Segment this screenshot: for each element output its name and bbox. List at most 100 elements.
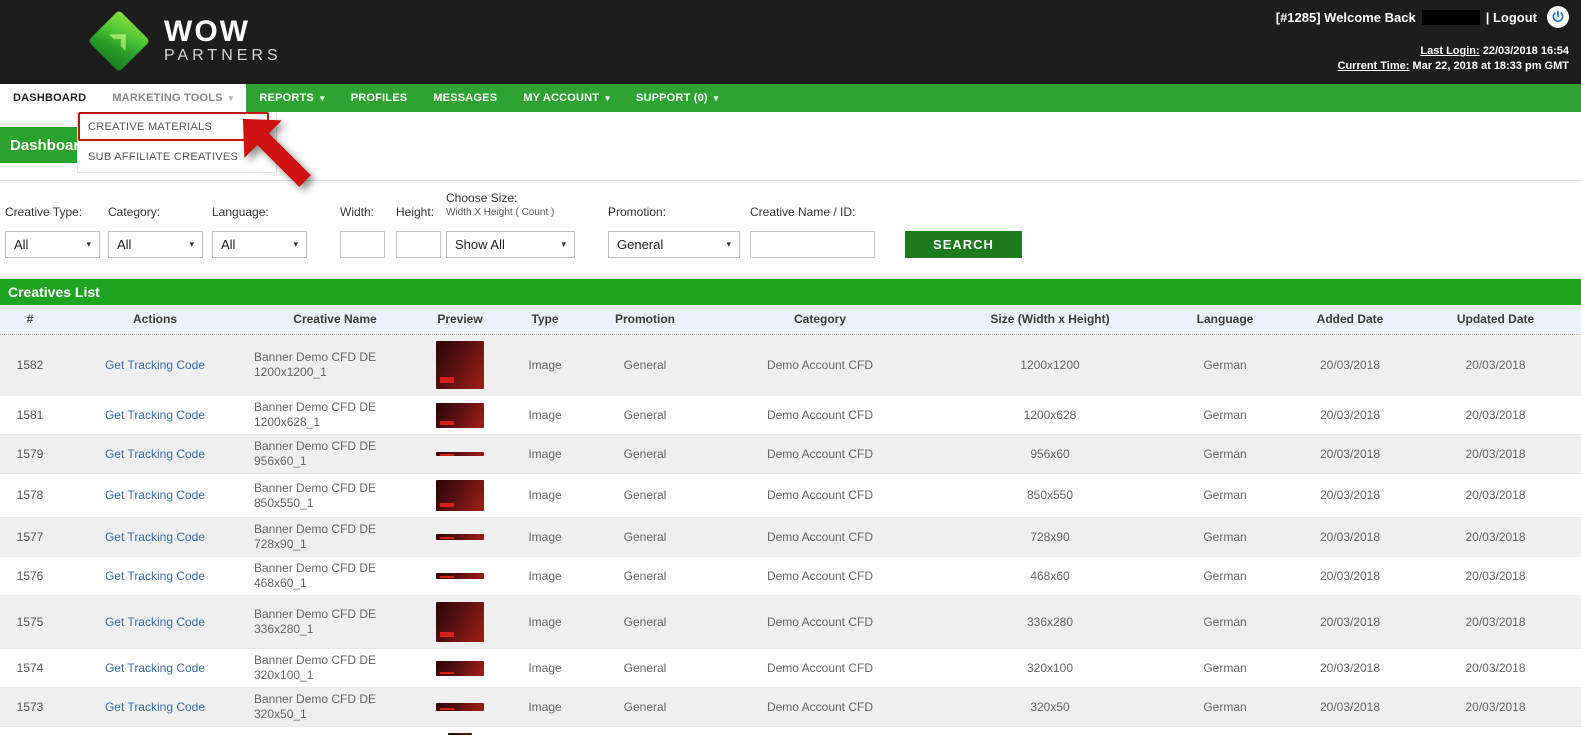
welcome-text: [#1285] Welcome Back	[1276, 10, 1416, 25]
col-header-promotion: Promotion	[590, 305, 700, 334]
nav-messages[interactable]: MESSAGES	[420, 84, 510, 112]
id-cell: 1578	[0, 484, 60, 507]
get-tracking-code-link[interactable]: Get Tracking Code	[105, 569, 205, 583]
language-cell: German	[1160, 657, 1290, 680]
filter-bar: Creative Type: All ▾ Category: All ▾ Lan…	[0, 180, 1581, 270]
category-select[interactable]: All ▾	[108, 231, 203, 258]
choose-size-select[interactable]: Show All ▾	[446, 231, 575, 258]
height-input[interactable]	[396, 231, 441, 258]
creative-type-label: Creative Type:	[5, 205, 82, 219]
get-tracking-code-link[interactable]: Get Tracking Code	[105, 358, 205, 372]
nav-support[interactable]: SUPPORT (0) ▾	[623, 84, 732, 112]
name-cell: Banner Demo CFD DE 850x550_1	[250, 477, 420, 515]
search-button[interactable]: SEARCH	[905, 231, 1022, 258]
current-time: Current Time: Mar 22, 2018 at 18:33 pm G…	[1276, 59, 1569, 74]
get-tracking-code-link[interactable]: Get Tracking Code	[105, 408, 205, 422]
added-cell: 20/03/2018	[1290, 657, 1410, 680]
col-header-updated: Updated Date	[1410, 305, 1581, 334]
creative-type-select[interactable]: All ▾	[5, 231, 100, 258]
nav-marketing-tools[interactable]: MARKETING TOOLS ▾	[99, 84, 246, 112]
promotion-cell: General	[590, 611, 700, 634]
actions-cell: Get Tracking Code	[60, 657, 250, 680]
chevron-down-icon: ▾	[229, 93, 234, 104]
id-cell: 1574	[0, 657, 60, 680]
actions-cell: Get Tracking Code	[60, 443, 250, 466]
table-row: 1572Get Tracking CodeBanner Demo CFD DE …	[0, 727, 1581, 735]
menu-item-sub-affiliate-creatives[interactable]: SUB AFFILIATE CREATIVES	[78, 142, 276, 172]
nav-reports[interactable]: REPORTS ▾	[246, 84, 337, 112]
preview-cell	[420, 655, 500, 682]
creative-preview-thumbnail	[436, 452, 484, 456]
category-cell: Demo Account CFD	[700, 484, 940, 507]
size-cell: 956x60	[940, 443, 1160, 466]
preview-cell	[420, 727, 500, 735]
added-cell: 20/03/2018	[1290, 565, 1410, 588]
language-cell: German	[1160, 696, 1290, 719]
brand-subname: PARTNERS	[164, 47, 282, 65]
language-cell: German	[1160, 526, 1290, 549]
promotion-select[interactable]: General ▾	[608, 231, 740, 258]
preview-cell	[420, 567, 500, 585]
preview-cell	[420, 474, 500, 517]
creative-preview-thumbnail	[436, 403, 484, 428]
id-cell: 1581	[0, 404, 60, 427]
updated-cell: 20/03/2018	[1410, 354, 1581, 377]
user-bar: [#1285] Welcome Back | Logout Last Login…	[1276, 6, 1569, 74]
updated-cell: 20/03/2018	[1410, 404, 1581, 427]
type-cell: Image	[500, 696, 590, 719]
name-cell: Banner Demo CFD DE 468x60_1	[250, 557, 420, 595]
added-cell: 20/03/2018	[1290, 404, 1410, 427]
creatives-list-title: Creatives List	[0, 279, 1581, 305]
top-header: WOW PARTNERS [#1285] Welcome Back | Logo…	[0, 0, 1581, 84]
marketing-tools-dropdown: CREATIVE MATERIALS SUB AFFILIATE CREATIV…	[77, 112, 277, 173]
col-header-added: Added Date	[1290, 305, 1410, 334]
get-tracking-code-link[interactable]: Get Tracking Code	[105, 488, 205, 502]
get-tracking-code-link[interactable]: Get Tracking Code	[105, 530, 205, 544]
updated-cell: 20/03/2018	[1410, 443, 1581, 466]
nav-my-account[interactable]: MY ACCOUNT ▾	[510, 84, 623, 112]
table-row: 1577Get Tracking CodeBanner Demo CFD DE …	[0, 518, 1581, 557]
chevron-down-icon: ▾	[293, 239, 298, 250]
table-body: 1582Get Tracking CodeBanner Demo CFD DE …	[0, 335, 1581, 735]
creative-name-input[interactable]	[750, 231, 875, 258]
language-cell: German	[1160, 565, 1290, 588]
chevron-down-icon: ▾	[561, 239, 566, 250]
id-cell: 1573	[0, 696, 60, 719]
width-input[interactable]	[340, 231, 385, 258]
main-nav: DASHBOARD MARKETING TOOLS ▾ REPORTS ▾ PR…	[0, 84, 1581, 112]
get-tracking-code-link[interactable]: Get Tracking Code	[105, 700, 205, 714]
table-row: 1578 Get Tracking Code Banner Demo CFD DE …	[0, 474, 1581, 518]
promotion-cell: General	[590, 657, 700, 680]
chevron-down-icon: ▾	[714, 93, 719, 104]
preview-cell	[420, 596, 500, 648]
chevron-down-icon: ▾	[86, 239, 91, 250]
table-row: 1574Get Tracking CodeBanner Demo CFD DE …	[0, 649, 1581, 688]
power-icon[interactable]	[1547, 6, 1569, 28]
creative-name-label: Creative Name / ID:	[750, 205, 855, 219]
size-cell: 1200x1200	[940, 354, 1160, 377]
table-row: 1579Get Tracking CodeBanner Demo CFD DE …	[0, 435, 1581, 474]
logout-link[interactable]: | Logout	[1486, 10, 1537, 25]
nav-profiles[interactable]: PROFILES	[338, 84, 421, 112]
nav-dashboard[interactable]: DASHBOARD	[0, 84, 99, 112]
promotion-cell: General	[590, 696, 700, 719]
get-tracking-code-link[interactable]: Get Tracking Code	[105, 615, 205, 629]
updated-cell: 20/03/2018	[1410, 611, 1581, 634]
type-cell: Image	[500, 565, 590, 588]
chevron-down-icon: ▾	[189, 239, 194, 250]
actions-cell: Get Tracking Code	[60, 526, 250, 549]
updated-cell: 20/03/2018	[1410, 657, 1581, 680]
creative-preview-thumbnail	[436, 602, 484, 642]
language-cell: German	[1160, 354, 1290, 377]
get-tracking-code-link[interactable]: Get Tracking Code	[105, 661, 205, 675]
creative-preview-thumbnail	[436, 534, 484, 540]
language-select[interactable]: All ▾	[212, 231, 307, 258]
menu-item-creative-materials[interactable]: CREATIVE MATERIALS	[78, 112, 276, 142]
id-cell: 1575	[0, 611, 60, 634]
name-cell: Banner Demo CFD DE 336x280_1	[250, 603, 420, 641]
col-header-actions: Actions	[60, 305, 250, 334]
get-tracking-code-link[interactable]: Get Tracking Code	[105, 447, 205, 461]
category-cell: Demo Account CFD	[700, 696, 940, 719]
size-cell: 468x60	[940, 565, 1160, 588]
creative-preview-thumbnail	[436, 573, 484, 579]
